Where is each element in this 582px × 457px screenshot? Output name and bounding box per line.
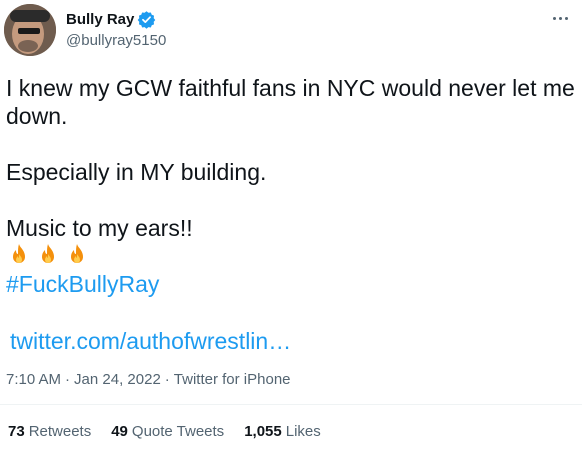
- retweets-count: 73: [8, 423, 25, 440]
- verified-badge-icon: [137, 10, 156, 29]
- tweet-time[interactable]: 7:10 AM: [6, 371, 61, 388]
- likes-label: Likes: [285, 423, 321, 440]
- display-name[interactable]: Bully Ray: [66, 11, 134, 28]
- tweet-meta: 7:10 AM · Jan 24, 2022 · Twitter for iPhone: [6, 371, 291, 388]
- tweet-source[interactable]: Twitter for iPhone: [174, 371, 291, 388]
- fire-icon: [64, 242, 90, 268]
- tweet-line-2: down.: [6, 103, 68, 129]
- more-options-icon[interactable]: [546, 8, 574, 28]
- fire-icon: [35, 242, 61, 268]
- divider: [0, 404, 582, 405]
- tweet-stats: 73 Retweets 49 Quote Tweets 1,055 Likes: [8, 423, 341, 440]
- tweet-date[interactable]: Jan 24, 2022: [74, 371, 161, 388]
- retweets-stat[interactable]: 73 Retweets: [8, 423, 91, 440]
- quote-tweets-label: Quote Tweets: [131, 423, 225, 440]
- quote-tweets-count: 49: [111, 423, 128, 440]
- avatar[interactable]: [4, 4, 56, 56]
- retweets-label: Retweets: [28, 423, 92, 440]
- name-row: Bully Ray: [66, 10, 156, 29]
- fire-emoji-row: [6, 242, 576, 270]
- tweet-line-4: Music to my ears!!: [6, 215, 193, 241]
- likes-stat[interactable]: 1,055 Likes: [244, 423, 321, 440]
- tweet-header: Bully Ray @bullyray5150: [0, 0, 582, 70]
- hashtag-link[interactable]: #FuckBullyRay: [6, 270, 576, 298]
- tweet-line-3: Especially in MY building.: [6, 159, 267, 185]
- tweet-text: I knew my GCW faithful fans in NYC would…: [6, 74, 576, 298]
- tweet-line-1: I knew my GCW faithful fans in NYC would…: [6, 75, 575, 101]
- user-handle[interactable]: @bullyray5150: [66, 32, 166, 49]
- fire-icon: [6, 242, 32, 268]
- likes-count: 1,055: [244, 423, 282, 440]
- quote-tweets-stat[interactable]: 49 Quote Tweets: [111, 423, 224, 440]
- media-link[interactable]: twitter.com/authofwrestlin…: [10, 328, 291, 355]
